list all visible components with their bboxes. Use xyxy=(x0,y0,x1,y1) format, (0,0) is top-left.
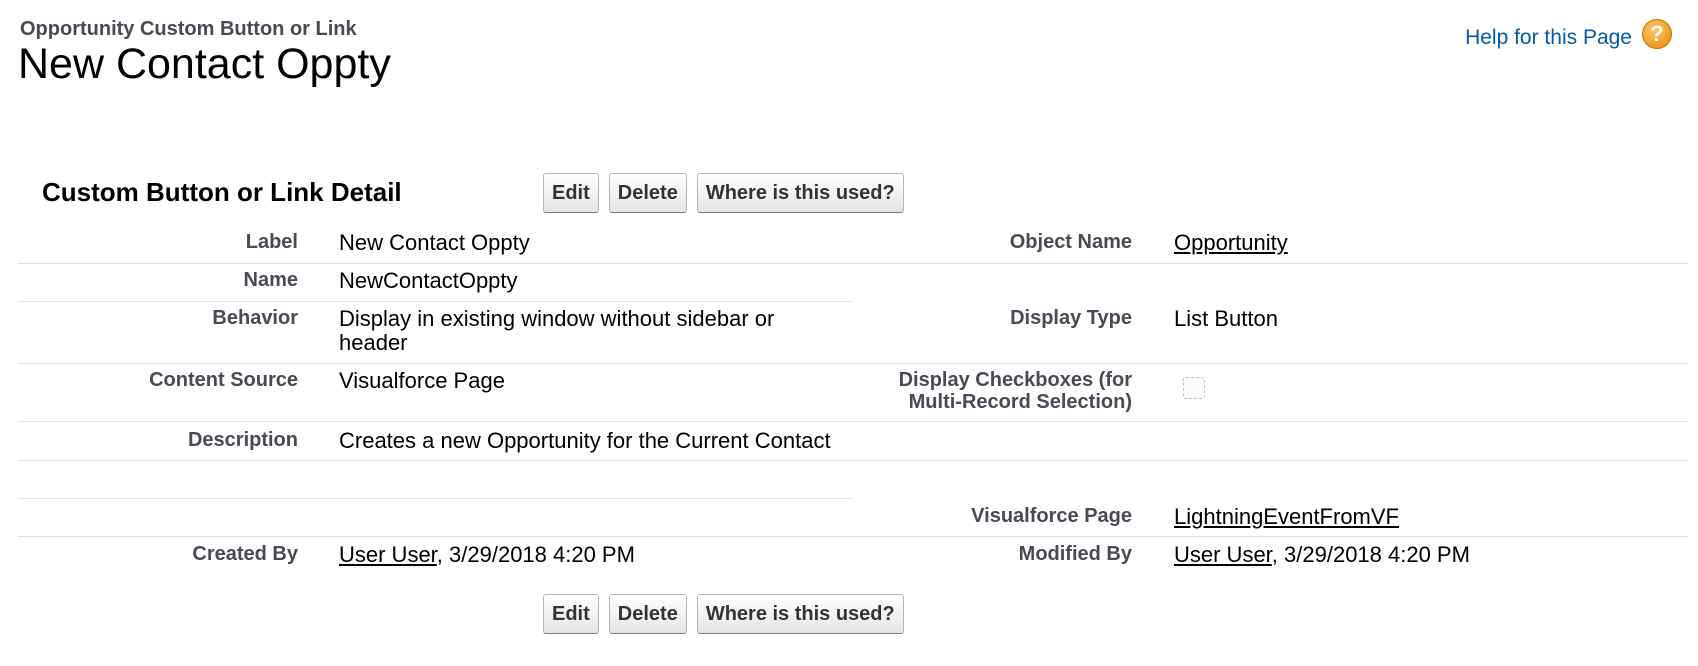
display-checkboxes-checkbox xyxy=(1183,377,1205,399)
row-divider xyxy=(18,498,853,499)
field-label-label: Label xyxy=(245,231,298,253)
field-description-label: Description xyxy=(187,429,298,451)
field-display-type-value: List Button xyxy=(1174,306,1278,331)
help-link[interactable]: Help for this Page xyxy=(1465,26,1632,50)
created-by-date: , 3/29/2018 4:20 PM xyxy=(436,542,635,567)
field-name-value: NewContactOppty xyxy=(339,268,518,293)
modified-by-user-link[interactable]: User User xyxy=(1174,542,1272,567)
object-type-label: Opportunity Custom Button or Link xyxy=(20,18,357,40)
field-behavior-value: Display in existing window without sideb… xyxy=(339,307,774,355)
display-checkboxes-label-line-1: Display Checkboxes (for xyxy=(898,369,1132,391)
section-title: Custom Button or Link Detail xyxy=(42,177,402,207)
behavior-line-1: Display in existing window without sideb… xyxy=(339,306,775,331)
where-used-button[interactable]: Where is this used? xyxy=(696,594,904,634)
bottom-button-bar: Edit Delete Where is this used? xyxy=(543,594,904,634)
field-label-value: New Contact Oppty xyxy=(339,230,530,255)
field-visualforce-page-label: Visualforce Page xyxy=(971,505,1132,527)
field-display-checkboxes-label: Display Checkboxes (for Multi-Record Sel… xyxy=(899,369,1132,413)
field-object-name-value: Opportunity xyxy=(1174,231,1288,255)
help-question-icon[interactable]: ? xyxy=(1642,19,1672,49)
field-display-type-label: Display Type xyxy=(1010,307,1132,329)
field-name-label: Name xyxy=(243,269,298,291)
row-divider xyxy=(18,460,1688,461)
field-content-source-label: Content Source xyxy=(149,369,298,391)
delete-button[interactable]: Delete xyxy=(608,594,687,634)
object-name-link[interactable]: Opportunity xyxy=(1174,230,1288,255)
top-button-bar: Edit Delete Where is this used? xyxy=(543,173,904,213)
edit-button[interactable]: Edit xyxy=(543,173,599,213)
field-content-source-value: Visualforce Page xyxy=(339,368,505,393)
behavior-line-2: header xyxy=(339,330,408,355)
field-created-by-label: Created By xyxy=(192,543,298,565)
modified-by-date: , 3/29/2018 4:20 PM xyxy=(1271,542,1470,567)
delete-button[interactable]: Delete xyxy=(608,173,687,213)
field-behavior-label: Behavior xyxy=(212,307,298,329)
field-modified-by-label: Modified By xyxy=(1018,543,1132,565)
row-divider xyxy=(18,363,1688,364)
field-created-by-value: User User, 3/29/2018 4:20 PM xyxy=(339,543,635,567)
field-modified-by-value: User User, 3/29/2018 4:20 PM xyxy=(1174,543,1470,567)
row-divider xyxy=(18,263,1688,264)
row-divider xyxy=(18,301,853,302)
display-checkboxes-label-line-2: Multi-Record Selection) xyxy=(908,391,1132,413)
field-visualforce-page-value: LightningEventFromVF xyxy=(1174,505,1399,529)
row-divider xyxy=(18,421,1688,422)
created-by-user-link[interactable]: User User xyxy=(339,542,437,567)
row-divider xyxy=(18,536,1688,537)
visualforce-page-link[interactable]: LightningEventFromVF xyxy=(1174,504,1399,529)
page-title: New Contact Oppty xyxy=(18,40,391,88)
field-description-value: Creates a new Opportunity for the Curren… xyxy=(339,428,831,453)
field-object-name-label: Object Name xyxy=(1009,231,1132,253)
edit-button[interactable]: Edit xyxy=(543,594,599,634)
help-for-page[interactable]: Help for this Page ? xyxy=(1465,18,1672,50)
where-used-button[interactable]: Where is this used? xyxy=(696,173,904,213)
